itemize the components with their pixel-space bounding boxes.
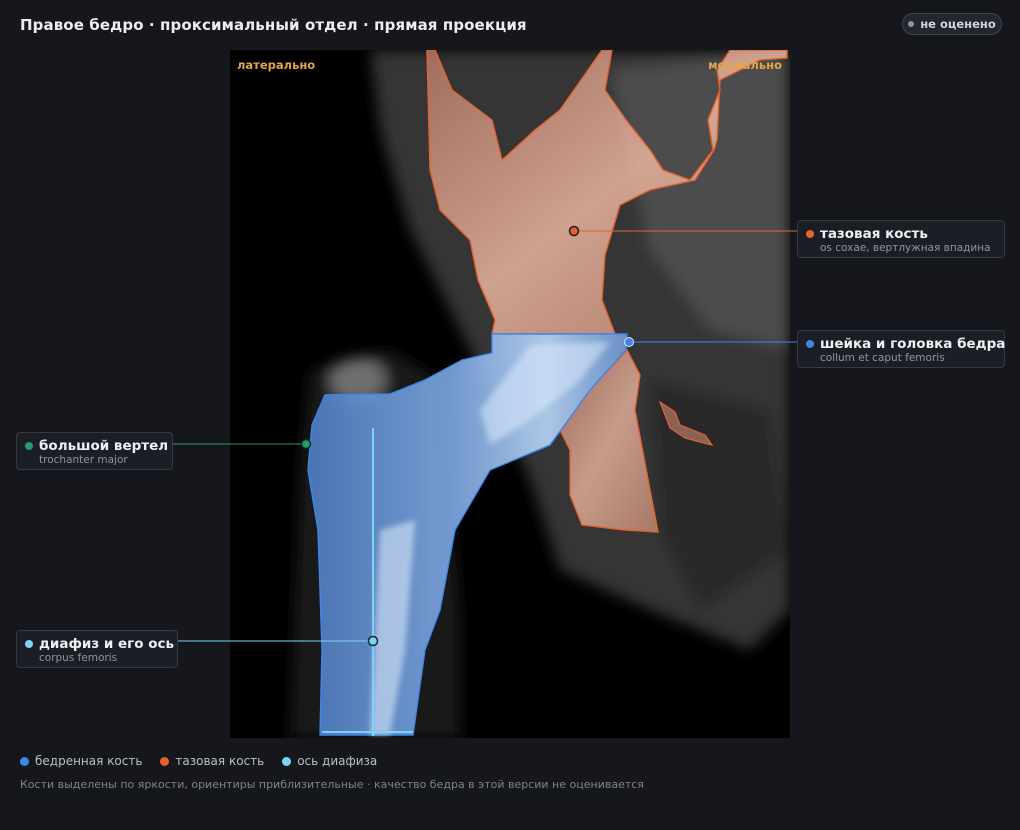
axis-swatch-icon [282, 756, 292, 766]
label-trochanter-name: большой вертел [39, 438, 169, 454]
label-pelvis[interactable]: тазовая кость os coxae, вертлужная впади… [797, 220, 1005, 258]
status-badge-label: не оценено [920, 17, 996, 31]
label-pelvis-latin: os coxae, вертлужная впадина [820, 242, 991, 254]
orientation-medial: медиально [708, 58, 782, 72]
shaft-dot-icon [25, 640, 33, 648]
xray-image [230, 50, 790, 738]
legend: бедренная кость тазовая кость ось диафиз… [20, 754, 377, 768]
legend-item-pelvis: тазовая кость [160, 754, 264, 768]
footnote: Кости выделены по яркости, ориентиры при… [20, 778, 644, 791]
status-badge[interactable]: не оценено [902, 13, 1002, 35]
pelvis-swatch-icon [160, 756, 170, 766]
label-pelvis-name: тазовая кость [820, 226, 928, 242]
page-title: Правое бедро · проксимальный отдел · пря… [20, 16, 527, 34]
legend-item-axis: ось диафиза [282, 754, 377, 768]
xray-viewer[interactable]: латерально медиально [230, 50, 790, 738]
legend-item-femur: бедренная кость [20, 754, 142, 768]
label-neck-latin: collum et caput femoris [820, 352, 945, 364]
label-trochanter[interactable]: большой вертел trochanter major [16, 432, 173, 470]
label-neck[interactable]: шейка и головка бедра collum et caput fe… [797, 330, 1005, 368]
legend-pelvis-label: тазовая кость [175, 754, 265, 768]
legend-axis-label: ось диафиза [297, 754, 378, 768]
trochanter-dot-icon [25, 442, 33, 450]
legend-femur-label: бедренная кость [35, 754, 143, 768]
label-shaft-name: диафиз и его ось [39, 636, 175, 652]
label-neck-name: шейка и головка бедра [820, 336, 1006, 352]
pelvis-dot-icon [806, 230, 814, 238]
neck-dot-icon [806, 340, 814, 348]
label-shaft-latin: corpus femoris [39, 652, 118, 664]
label-shaft[interactable]: диафиз и его ось corpus femoris [16, 630, 178, 668]
femur-swatch-icon [20, 756, 29, 766]
status-dot-icon [908, 21, 915, 27]
label-trochanter-latin: trochanter major [39, 454, 128, 466]
orientation-lateral: латерально [237, 58, 316, 72]
